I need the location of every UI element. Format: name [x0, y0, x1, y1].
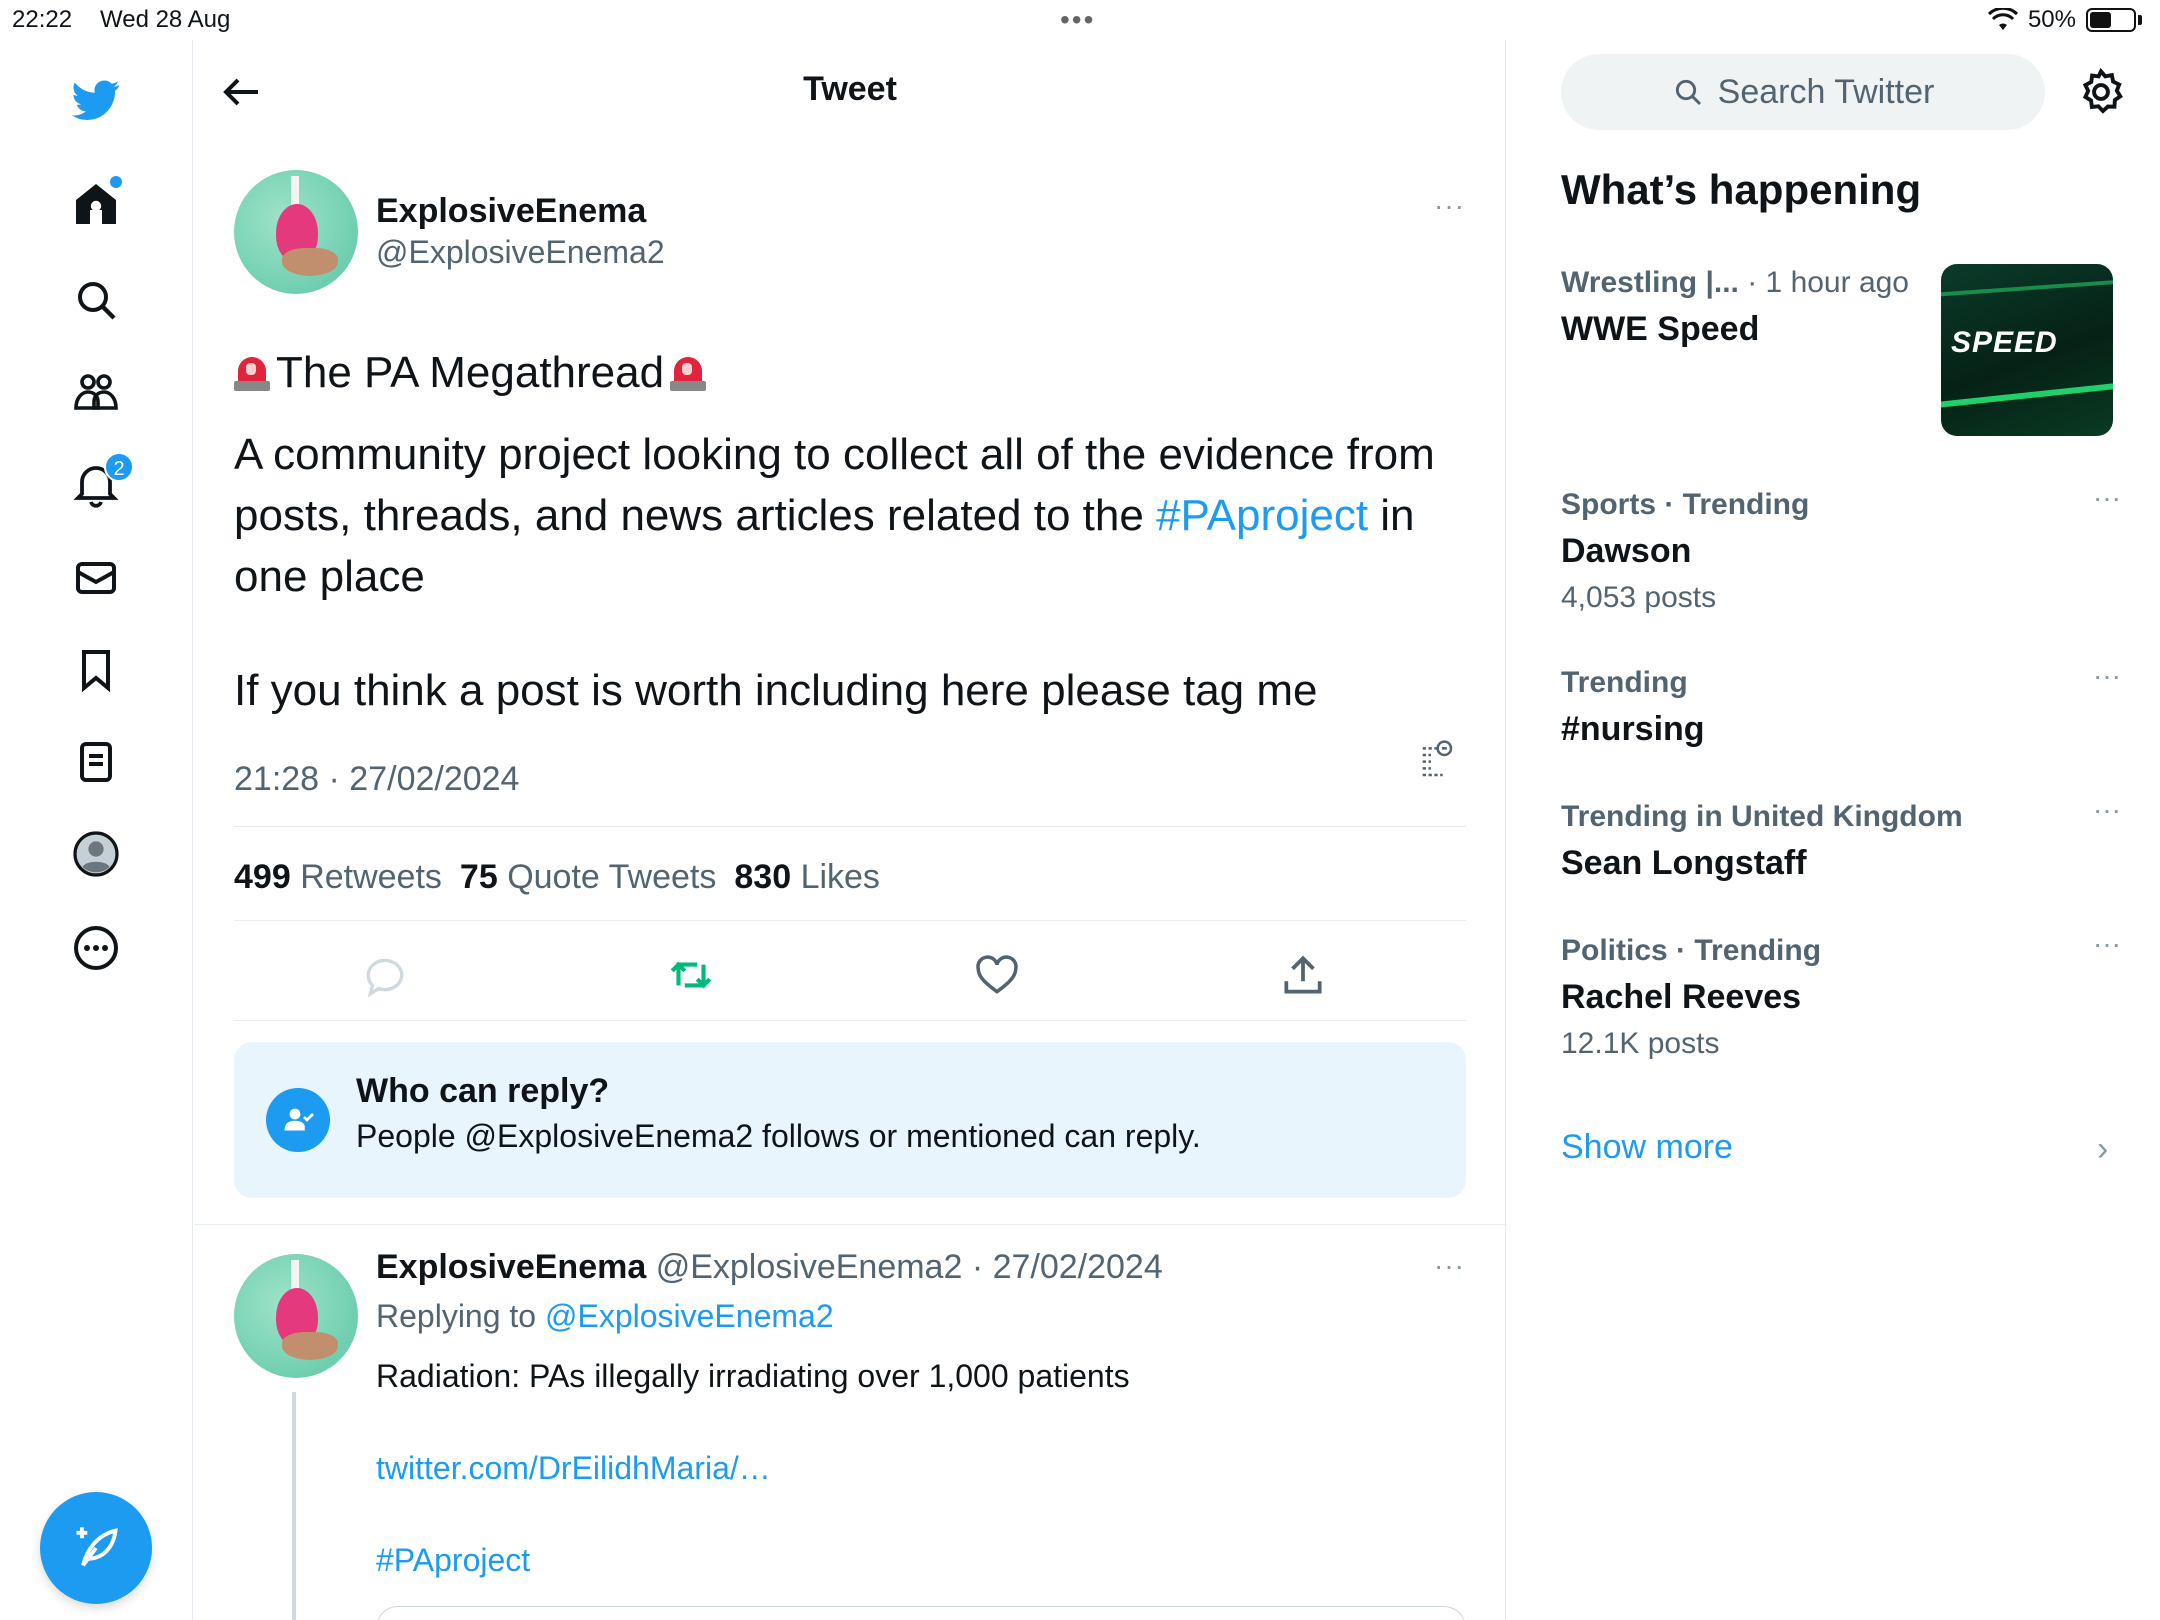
multitasking-dots-icon[interactable]: ••• [1060, 4, 1095, 36]
trend-count: 4,053 posts [1561, 581, 1717, 614]
tweet-title: The PA Megathread [234, 348, 707, 398]
more-options-icon[interactable] [60, 912, 132, 984]
trend-more-icon[interactable]: ··· [2093, 928, 2121, 960]
tweet-title-text: The PA Megathread [276, 348, 665, 397]
like-heart-icon[interactable] [972, 950, 1022, 1000]
retweet-icon[interactable] [666, 950, 716, 1000]
share-icon[interactable] [1278, 950, 1328, 1000]
divider [194, 1224, 1506, 1225]
replying-to: Replying to @ExplosiveEnema2 [376, 1298, 834, 1334]
thread-connector [292, 1392, 296, 1620]
trend-item[interactable]: Politics · Trending Rachel Reeves 12.1K … [1561, 928, 2121, 1061]
quote-tweets-stat[interactable]: 75 Quote Tweets [460, 858, 716, 897]
trend-more-icon[interactable]: ··· [2093, 660, 2121, 692]
trend-thumbnail[interactable]: SPEED [1941, 264, 2113, 436]
notifications-badge: 2 [104, 452, 134, 482]
left-nav: 2 [0, 40, 193, 1620]
embedded-card[interactable] [376, 1606, 1466, 1620]
tweet-timestamp[interactable]: 21:28 · 27/02/2024 [234, 760, 519, 799]
wifi-icon [1987, 8, 2018, 30]
trend-category: Trending [1561, 666, 1688, 699]
chevron-right-icon[interactable]: › [2097, 1130, 2108, 1169]
who-can-reply-box: Who can reply? People @ExplosiveEnema2 f… [234, 1042, 1466, 1198]
home-unread-dot [110, 176, 122, 188]
reply-meta: ExplosiveEnema @ExplosiveEnema2 · 27/02/… [376, 1248, 1163, 1287]
hashtag-link[interactable]: #PAproject [1156, 491, 1368, 540]
reply-author-avatar[interactable] [234, 1254, 358, 1378]
retweets-stat[interactable]: 499 Retweets [234, 858, 442, 897]
battery-icon [2086, 8, 2136, 32]
trend-item[interactable]: Trending in United Kingdom Sean Longstaf… [1561, 794, 2121, 883]
trend-more-icon[interactable]: ··· [2093, 794, 2121, 826]
trend-name: Dawson [1561, 532, 1692, 570]
twitter-logo-icon[interactable] [60, 64, 132, 136]
compose-feather-icon [76, 1527, 118, 1567]
author-name[interactable]: ExplosiveEnema [376, 192, 646, 231]
author-handle[interactable]: @ExplosiveEnema2 [376, 234, 665, 271]
explore-icon[interactable] [60, 264, 132, 336]
siren-emoji-icon [234, 353, 270, 393]
trend-item[interactable]: Trending #nursing ··· [1561, 660, 2121, 749]
siren-emoji-icon [670, 353, 707, 393]
trend-category: Wrestling |... [1561, 266, 1739, 299]
trend-name: #nursing [1561, 710, 1705, 748]
author-avatar[interactable] [234, 170, 358, 294]
page-title: Tweet [803, 70, 897, 108]
settings-gear-icon[interactable] [2075, 66, 2127, 118]
trend-thumbnail-logo: SPEED [1951, 326, 2058, 359]
trend-category: Politics · Trending [1561, 934, 1822, 967]
who-can-reply-text: People @ExplosiveEnema2 follows or menti… [356, 1118, 1201, 1154]
divider [234, 1020, 1466, 1021]
tweet-analytics-icon[interactable] [1416, 738, 1456, 782]
search-input[interactable]: Search Twitter [1561, 54, 2045, 130]
right-sidebar: Search Twitter What’s happening Wrestlin… [1507, 40, 2160, 1620]
tweet-body-second: If you think a post is worth including h… [234, 666, 1318, 715]
tweet-stats: 499 Retweets 75 Quote Tweets 830 Likes [234, 858, 880, 897]
divider [234, 920, 1466, 921]
trend-name: Rachel Reeves [1561, 978, 1802, 1016]
trend-more-icon[interactable]: ··· [2093, 482, 2121, 514]
notifications-icon[interactable]: 2 [60, 448, 134, 520]
replying-to-link[interactable]: @ExplosiveEnema2 [545, 1298, 834, 1334]
trend-count: 12.1K posts [1561, 1027, 1720, 1060]
lists-icon[interactable] [60, 726, 132, 798]
main-column: Tweet ExplosiveEnema @ExplosiveEnema2 ··… [194, 40, 1506, 1620]
reply-url-link[interactable]: twitter.com/DrEilidhMaria/… [376, 1450, 771, 1487]
reply-hashtag-link[interactable]: #PAproject [376, 1542, 530, 1579]
trend-name: Sean Longstaff [1561, 844, 1807, 882]
search-placeholder: Search Twitter [1717, 72, 1935, 111]
tweet-actions [234, 930, 1466, 1020]
divider [234, 826, 1466, 827]
search-icon [1675, 79, 1701, 106]
trend-category: Trending in United Kingdom [1561, 800, 1963, 833]
home-icon[interactable] [60, 168, 132, 240]
battery-percent: 50% [2027, 6, 2076, 33]
battery-nub [2138, 15, 2142, 25]
reply-text: Radiation: PAs illegally irradiating ove… [376, 1358, 1130, 1394]
likes-stat[interactable]: 830 Likes [734, 858, 880, 897]
status-date: Wed 28 Aug [100, 6, 231, 33]
show-more-link[interactable]: Show more [1561, 1128, 1733, 1167]
communities-icon[interactable] [60, 356, 132, 428]
reply-handle-date: @ExplosiveEnema2 · 27/02/2024 [655, 1248, 1163, 1286]
status-bar: 22:22 Wed 28 Aug ••• 50% [0, 0, 2160, 40]
tweet-body: A community project looking to collect a… [234, 424, 1474, 607]
person-check-icon [266, 1088, 330, 1152]
compose-tweet-button[interactable] [40, 1492, 152, 1604]
who-can-reply-title: Who can reply? [356, 1072, 610, 1110]
tweet-more-icon[interactable]: ··· [1434, 190, 1465, 222]
status-time: 22:22 [12, 6, 73, 33]
reply-icon[interactable] [360, 950, 410, 1000]
bookmarks-icon[interactable] [60, 634, 132, 706]
trend-category: Sports · Trending [1561, 488, 1810, 521]
reply-author-name[interactable]: ExplosiveEnema [376, 1248, 646, 1286]
whats-happening-heading: What’s happening [1561, 166, 1922, 213]
profile-avatar-icon[interactable] [60, 818, 132, 890]
reply-more-icon[interactable]: ··· [1434, 1250, 1465, 1282]
messages-icon[interactable] [60, 542, 132, 614]
trend-time: · 1 hour ago [1747, 266, 1909, 299]
trend-item[interactable]: Sports · Trending Dawson 4,053 posts ··· [1561, 482, 2121, 615]
status-right: 50% [1987, 6, 2142, 34]
